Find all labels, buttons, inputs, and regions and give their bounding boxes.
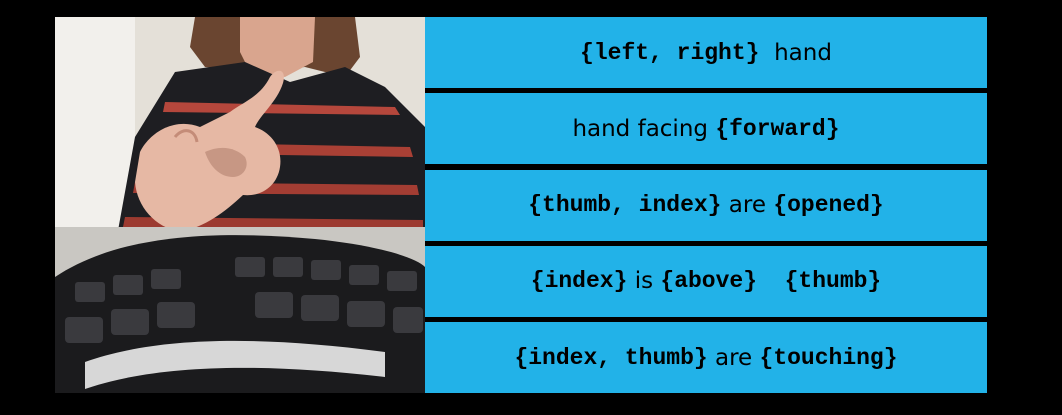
keyword-text: {touching} (759, 344, 898, 371)
keyword-text: {left, right} (580, 39, 760, 66)
phrase-text: are (721, 192, 774, 218)
gesture-row-contact: {index, thumb} are {touching} (425, 322, 987, 393)
gesture-description-panel: {left, right} hand hand facing {forward}… (425, 17, 987, 393)
phrase-text: are (707, 344, 760, 371)
keyword-text: {opened} (773, 192, 884, 218)
phrase-text: hand (759, 39, 832, 66)
phrase-text: is (627, 268, 661, 295)
gesture-row-finger-state: {thumb, index} are {opened} (425, 169, 987, 241)
gesture-row-relative-position: {index} is {above} {thumb} (425, 245, 987, 317)
hand-gesture-illustration (55, 17, 425, 393)
keyword-text: {index} (530, 268, 628, 295)
phrase-text: hand facing (572, 115, 716, 142)
keyword-text: {forward} (715, 115, 840, 142)
hand-gesture-photo (55, 17, 425, 393)
keyword-text: {index, thumb} (514, 344, 708, 371)
keyword-text: {above} {thumb} (660, 268, 882, 295)
gesture-row-orientation: hand facing {forward} (425, 93, 987, 165)
keyword-text: {thumb, index} (528, 192, 722, 218)
gesture-row-handedness: {left, right} hand (425, 17, 987, 88)
